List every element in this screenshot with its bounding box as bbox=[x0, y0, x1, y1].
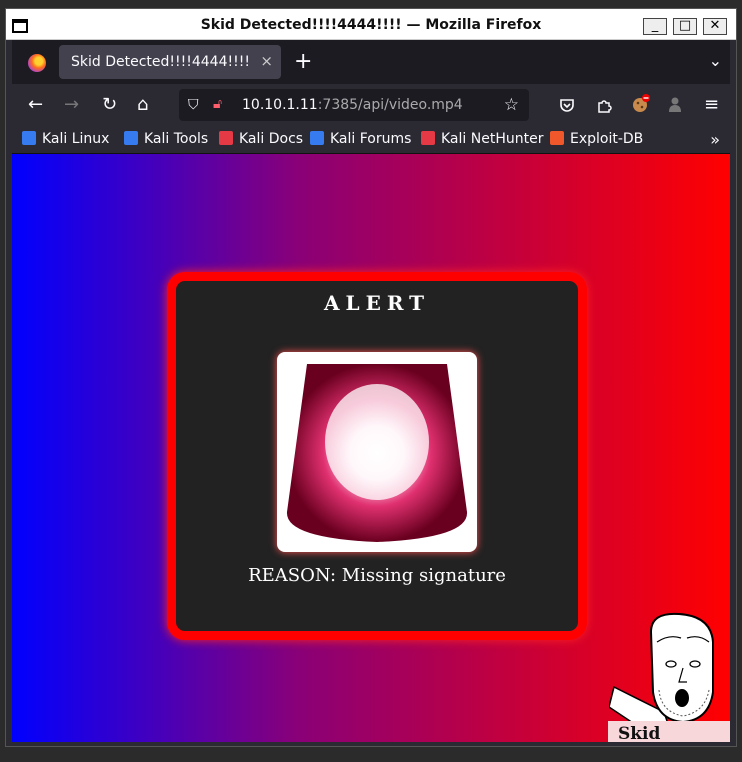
bookmark-kali-linux[interactable]: Kali Linux bbox=[22, 131, 109, 147]
url-bar[interactable]: ⛉ 🔓︎ 10.10.1.11:7385/api/video.mp4 ☆ bbox=[179, 89, 529, 121]
kali-dragon-icon bbox=[22, 131, 36, 145]
bookmark-star-icon[interactable]: ☆ bbox=[504, 95, 519, 115]
kali-docs-icon bbox=[219, 131, 233, 145]
kali-tools-icon bbox=[124, 131, 138, 145]
bookmarks-toolbar: Kali Linux Kali Tools Kali Docs Kali For… bbox=[12, 128, 730, 154]
siren-image bbox=[277, 352, 477, 552]
page-content: ALERT REASON: Missing signature Skid bbox=[12, 154, 730, 742]
window-title: Skid Detected!!!!4444!!!! — Mozilla Fire… bbox=[200, 17, 542, 33]
bookmark-kali-docs[interactable]: Kali Docs bbox=[219, 131, 303, 147]
alert-title: ALERT bbox=[324, 291, 430, 315]
pocket-icon[interactable] bbox=[559, 97, 575, 113]
bookmark-label: Kali Forums bbox=[330, 131, 412, 147]
bookmark-label: Kali NetHunter bbox=[441, 131, 544, 147]
extension-puzzle-icon[interactable] bbox=[667, 96, 683, 114]
tab-close-icon[interactable]: × bbox=[260, 52, 273, 70]
minimize-button[interactable]: _ bbox=[643, 18, 667, 35]
menu-icon[interactable]: ≡ bbox=[704, 94, 719, 115]
close-window-button[interactable]: ✕ bbox=[703, 18, 727, 35]
alert-reason: REASON: Missing signature bbox=[248, 565, 506, 586]
firefox-icon[interactable] bbox=[28, 54, 46, 72]
tab-label: Skid Detected!!!!4444!!!! bbox=[71, 54, 250, 70]
new-tab-button[interactable]: + bbox=[294, 49, 312, 74]
maximize-button[interactable]: □ bbox=[673, 18, 697, 35]
bookmark-label: Exploit-DB bbox=[570, 131, 644, 147]
url-text[interactable]: 10.10.1.11:7385/api/video.mp4 bbox=[242, 97, 463, 113]
tab-bar: Skid Detected!!!!4444!!!! × + ⌄ bbox=[12, 40, 730, 84]
url-path: :7385/api/video.mp4 bbox=[317, 97, 463, 113]
url-host: 10.10.1.11 bbox=[242, 97, 318, 113]
bookmark-label: Kali Linux bbox=[42, 131, 110, 147]
red-siren-icon bbox=[286, 364, 468, 542]
tab-active[interactable]: Skid Detected!!!!4444!!!! × bbox=[59, 45, 281, 79]
bookmark-kali-nethunter[interactable]: Kali NetHunter bbox=[421, 131, 543, 147]
kali-nethunter-icon bbox=[421, 131, 435, 145]
skid-busted-label: Skid Busted bbox=[608, 721, 730, 742]
bookmark-label: Kali Tools bbox=[144, 131, 209, 147]
alert-panel: ALERT REASON: Missing signature bbox=[167, 272, 587, 640]
bookmark-kali-tools[interactable]: Kali Tools bbox=[124, 131, 208, 147]
reload-icon[interactable]: ↻ bbox=[102, 94, 117, 115]
bookmark-exploit-db[interactable]: Exploit-DB bbox=[550, 131, 643, 147]
exploit-db-icon bbox=[550, 131, 564, 145]
cookie-extension-icon[interactable] bbox=[631, 93, 651, 113]
browser-window: Skid Detected!!!!4444!!!! — Mozilla Fire… bbox=[5, 8, 737, 747]
window-titlebar: Skid Detected!!!!4444!!!! — Mozilla Fire… bbox=[6, 9, 736, 40]
extensions-icon[interactable] bbox=[596, 97, 612, 113]
kali-forums-icon bbox=[310, 131, 324, 145]
tracking-protection-shield-icon[interactable]: ⛉ bbox=[188, 97, 199, 113]
back-icon[interactable]: ← bbox=[28, 94, 43, 115]
bookmarks-overflow-icon[interactable]: » bbox=[710, 130, 720, 149]
home-icon[interactable]: ⌂ bbox=[137, 94, 148, 115]
insecure-lock-icon[interactable]: 🔓︎ bbox=[213, 96, 222, 112]
navigation-toolbar: ← → ↻ ⌂ ⛉ 🔓︎ 10.10.1.11:7385/api/video.m… bbox=[12, 84, 730, 128]
bookmark-label: Kali Docs bbox=[239, 131, 304, 147]
bookmark-kali-forums[interactable]: Kali Forums bbox=[310, 131, 411, 147]
forward-icon[interactable]: → bbox=[64, 94, 79, 115]
list-all-tabs-icon[interactable]: ⌄ bbox=[709, 51, 722, 70]
